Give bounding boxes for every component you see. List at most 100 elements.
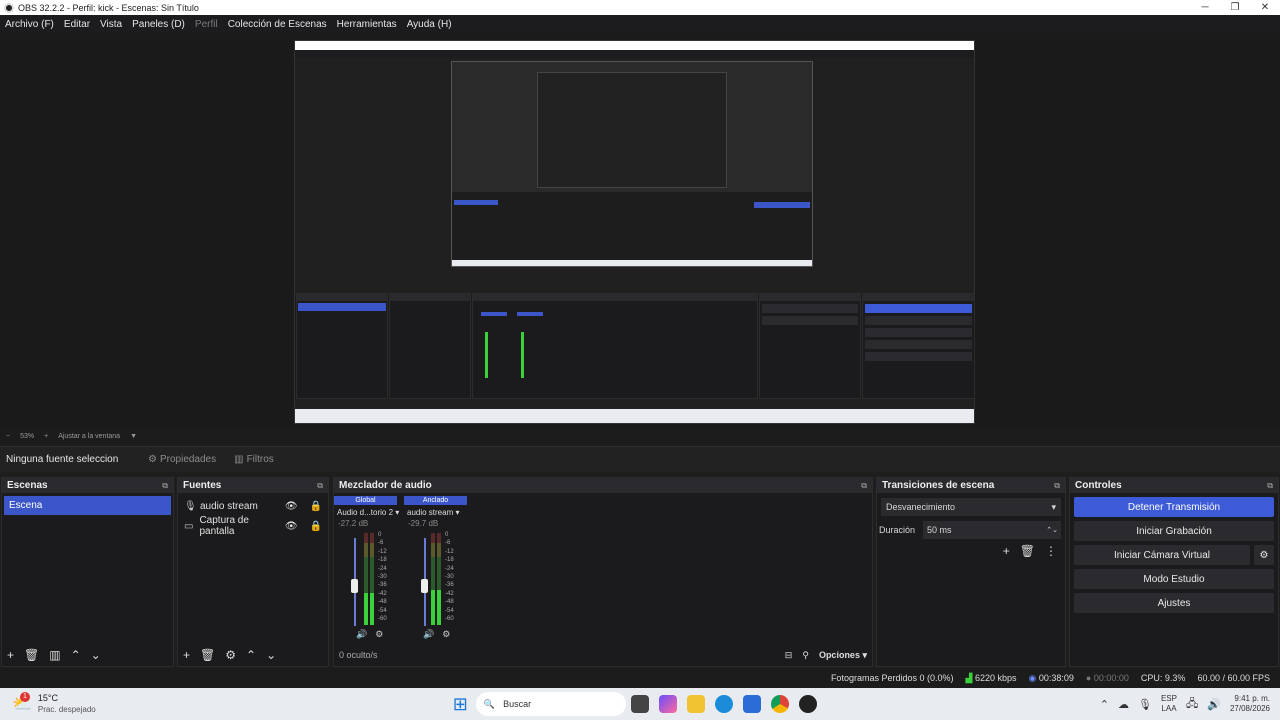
eye-icon[interactable]: 👁 xyxy=(285,501,298,512)
settings-button[interactable]: Ajustes xyxy=(1074,593,1274,613)
maximize-button[interactable]: ❐ xyxy=(1220,2,1250,13)
start-icon[interactable]: ⊞ xyxy=(453,694,468,715)
microphone-icon[interactable]: 🎙 xyxy=(1138,698,1152,711)
add-icon[interactable]: + xyxy=(7,648,14,662)
fps: 60.00 / 60.00 FPS xyxy=(1197,673,1270,683)
weather-widget[interactable]: 15°C Prac. despejado xyxy=(38,693,96,715)
dropdown-icon: ▾ xyxy=(395,507,400,517)
minimize-button[interactable]: ─ xyxy=(1190,2,1220,13)
arrow-down-icon[interactable]: ⌄ xyxy=(91,648,101,662)
volume-icon[interactable]: 🔊 xyxy=(1207,698,1221,711)
clock[interactable]: 9:41 p. m. 27/08/2026 xyxy=(1230,694,1270,714)
filter-icon[interactable]: ▥ xyxy=(49,648,60,662)
source-item[interactable]: ▭ Captura de pantalla 👁 🔒 xyxy=(178,515,328,537)
channel-name[interactable]: Audio d...torio 2 ▾ xyxy=(334,505,400,519)
file-explorer-icon[interactable] xyxy=(686,695,705,713)
channel-db: -29.7 dB xyxy=(408,519,439,528)
chrome-icon[interactable] xyxy=(770,695,789,713)
undock-icon[interactable]: ⧉ xyxy=(317,481,323,491)
more-icon[interactable]: ⋮ xyxy=(1045,544,1057,558)
chevron-up-icon[interactable]: ⌃ xyxy=(1100,698,1109,711)
zoom-fit-label[interactable]: Ajustar a la ventana xyxy=(58,433,120,440)
undock-icon[interactable]: ⧉ xyxy=(861,481,867,491)
arrow-down-icon[interactable]: ⌄ xyxy=(266,648,276,662)
menu-scene-collection[interactable]: Colección de Escenas xyxy=(223,19,332,30)
selected-source-label: Ninguna fuente seleccionada xyxy=(6,454,118,465)
menu-view[interactable]: Vista xyxy=(95,19,127,30)
eye-icon[interactable]: 👁 xyxy=(285,521,298,532)
menu-bar: Archivo (F) Editar Vista Paneles (D) Per… xyxy=(0,15,1280,33)
settings-icon[interactable]: ⚙ xyxy=(442,629,450,640)
task-view-icon[interactable] xyxy=(630,695,649,713)
obs-taskbar-icon[interactable] xyxy=(798,695,817,713)
source-item[interactable]: 🎙 audio stream 👁 🔒 xyxy=(178,496,328,516)
start-recording-button[interactable]: Iniciar Grabación xyxy=(1074,521,1274,541)
menu-tools[interactable]: Herramientas xyxy=(332,19,402,30)
stop-stream-button[interactable]: Detener Transmisión xyxy=(1074,497,1274,517)
store-icon[interactable] xyxy=(742,695,761,713)
zoom-out-button[interactable]: − xyxy=(6,433,10,440)
link-icon[interactable]: ⚲ xyxy=(802,650,809,661)
layout-icon[interactable]: ⊟ xyxy=(785,650,793,661)
channel-name[interactable]: audio stream ▾ xyxy=(404,505,467,519)
cloud-icon[interactable]: ☁ xyxy=(1118,698,1129,711)
gear-icon[interactable]: ⚙ xyxy=(225,648,236,662)
studio-mode-button[interactable]: Modo Estudio xyxy=(1074,569,1274,589)
menu-edit[interactable]: Editar xyxy=(59,19,95,30)
nested-menubar xyxy=(295,50,974,58)
mixer-title: Mezclador de audio xyxy=(339,480,432,491)
arrow-up-icon[interactable]: ⌃ xyxy=(246,648,256,662)
close-button[interactable]: ✕ xyxy=(1250,2,1280,13)
edge-icon[interactable] xyxy=(714,695,733,713)
audio-mixer-dock: Mezclador de audio ⧉ Global Audio d...to… xyxy=(333,477,873,667)
channel-icons: 🔊 ⚙ xyxy=(356,629,383,640)
filters-button[interactable]: ▥ Filtros xyxy=(234,454,274,465)
mixer-channel-strip: Anclado audio stream ▾ -29.7 dB xyxy=(404,496,467,645)
scene-item[interactable]: Escena xyxy=(4,496,171,515)
weather-icon[interactable]: ⛅ 1 xyxy=(12,692,32,714)
volume-fader-knob[interactable] xyxy=(421,579,428,593)
lock-icon[interactable]: 🔒 xyxy=(310,521,322,532)
undock-icon[interactable]: ⧉ xyxy=(1054,481,1060,491)
arrow-up-icon[interactable]: ⌃ xyxy=(71,648,81,662)
trash-icon[interactable]: 🗑 xyxy=(24,648,39,662)
options-button[interactable]: Opciones ▾ xyxy=(819,650,867,661)
zoom-dropdown-icon[interactable]: ▼ xyxy=(130,433,137,440)
trash-icon[interactable]: 🗑 xyxy=(1020,544,1035,558)
add-icon[interactable]: + xyxy=(183,648,190,662)
taskbar-search[interactable]: 🔍 Buscar xyxy=(475,692,626,716)
menu-docks[interactable]: Paneles (D) xyxy=(127,19,190,30)
speaker-icon[interactable]: 🔊 xyxy=(356,629,367,640)
transition-select[interactable]: Desvanecimiento ▾ xyxy=(881,498,1061,516)
copilot-icon[interactable] xyxy=(658,695,677,713)
settings-icon[interactable]: ⚙ xyxy=(375,629,383,640)
language-indicator[interactable]: ESP LAA xyxy=(1161,694,1177,714)
scenes-footer: + 🗑 ▥ ⌃ ⌄ xyxy=(2,644,173,666)
filters-label: Filtros xyxy=(246,454,274,465)
gear-icon: ⚙ xyxy=(148,454,157,465)
gear-icon[interactable]: ⚙ xyxy=(1254,545,1274,565)
lock-icon[interactable]: 🔒 xyxy=(310,501,322,512)
trash-icon[interactable]: 🗑 xyxy=(200,648,215,662)
controls-dock-header: Controles ⧉ xyxy=(1070,478,1278,493)
start-virtual-cam-button[interactable]: Iniciar Cámara Virtual xyxy=(1074,545,1250,565)
stream-icon: ◉ xyxy=(1028,672,1037,683)
menu-help[interactable]: Ayuda (H) xyxy=(402,19,457,30)
volume-fader-knob[interactable] xyxy=(351,579,358,593)
speaker-icon[interactable]: 🔊 xyxy=(423,629,434,640)
duration-input[interactable]: 50 ms ⌃⌄ xyxy=(923,521,1061,539)
add-icon[interactable]: + xyxy=(1003,544,1010,558)
menu-file[interactable]: Archivo (F) xyxy=(0,19,59,30)
obs-logo-icon xyxy=(4,2,14,13)
monitor-icon: ▭ xyxy=(184,520,194,532)
menu-profile[interactable]: Perfil xyxy=(190,19,223,30)
source-item-label: audio stream xyxy=(200,500,258,512)
zoom-in-button[interactable]: + xyxy=(44,433,48,440)
stepper-icon[interactable]: ⌃⌄ xyxy=(1046,526,1061,534)
stream-time: ◉ 00:38:09 xyxy=(1028,672,1074,683)
network-icon[interactable]: 🖧 xyxy=(1186,695,1198,714)
window-titlebar: OBS 32.2.2 - Perfil: kick - Escenas: Sin… xyxy=(0,0,1280,15)
properties-button[interactable]: ⚙ Propiedades xyxy=(148,454,216,465)
undock-icon[interactable]: ⧉ xyxy=(162,481,168,491)
undock-icon[interactable]: ⧉ xyxy=(1267,481,1273,491)
